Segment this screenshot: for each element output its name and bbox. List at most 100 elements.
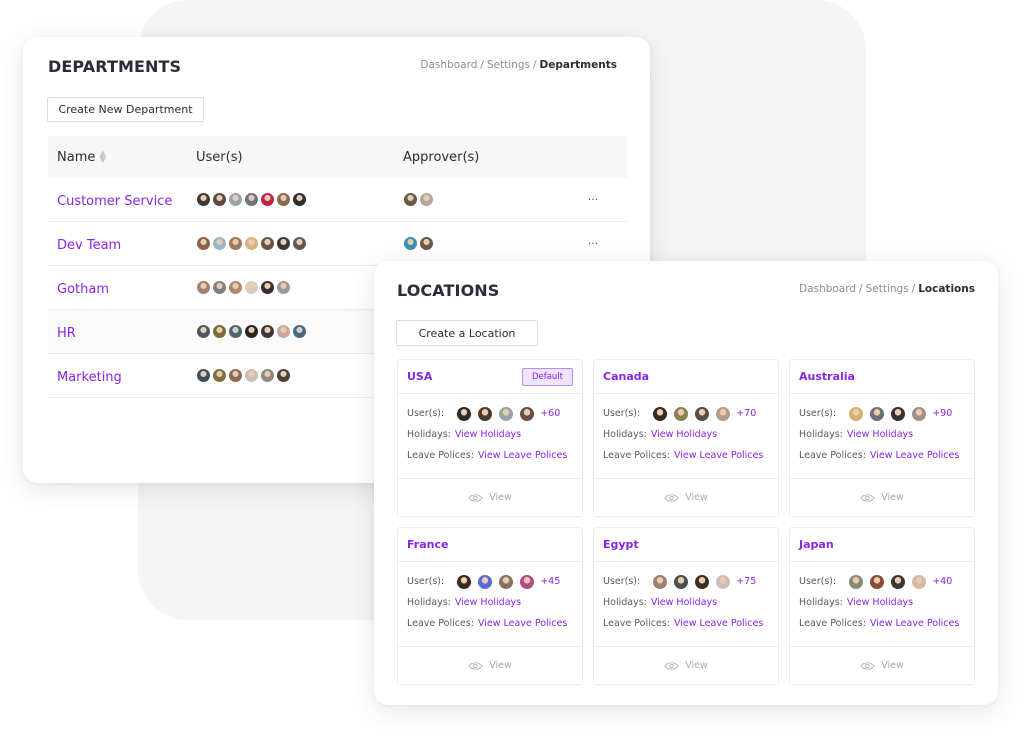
view-leave-policies-link[interactable]: View Leave Polices: [478, 618, 567, 629]
view-leave-policies-link[interactable]: View Leave Polices: [674, 618, 763, 629]
avatar[interactable]: [292, 192, 307, 207]
more-users-count[interactable]: +75: [736, 576, 756, 587]
view-holidays-link[interactable]: View Holidays: [455, 429, 521, 440]
avatar[interactable]: [694, 405, 711, 422]
sort-icon[interactable]: ▲ ▼: [99, 150, 106, 165]
avatar[interactable]: [911, 573, 928, 590]
location-name[interactable]: Australia: [799, 370, 855, 383]
avatar[interactable]: [228, 280, 243, 295]
avatar[interactable]: [456, 405, 473, 422]
department-name-link[interactable]: Customer Service: [57, 194, 172, 209]
avatar[interactable]: [212, 368, 227, 383]
avatar[interactable]: [519, 405, 536, 422]
avatar[interactable]: [212, 192, 227, 207]
avatar[interactable]: [477, 573, 494, 590]
avatar[interactable]: [848, 573, 865, 590]
avatar[interactable]: [276, 236, 291, 251]
department-name-link[interactable]: Marketing: [57, 370, 122, 385]
view-button[interactable]: View: [790, 646, 974, 684]
breadcrumb-dashboard[interactable]: Dashboard: [420, 59, 477, 71]
avatar[interactable]: [477, 405, 494, 422]
avatar[interactable]: [456, 573, 473, 590]
avatar[interactable]: [212, 324, 227, 339]
avatar[interactable]: [292, 324, 307, 339]
location-name[interactable]: Canada: [603, 370, 649, 383]
avatar[interactable]: [276, 324, 291, 339]
view-button[interactable]: View: [594, 646, 778, 684]
avatar[interactable]: [652, 573, 669, 590]
avatar[interactable]: [276, 368, 291, 383]
department-name-link[interactable]: Gotham: [57, 282, 109, 297]
breadcrumb-settings[interactable]: Settings: [487, 59, 530, 71]
avatar[interactable]: [890, 405, 907, 422]
department-name-link[interactable]: HR: [57, 326, 76, 341]
view-holidays-link[interactable]: View Holidays: [651, 597, 717, 608]
avatar[interactable]: [196, 368, 211, 383]
create-department-button[interactable]: Create New Department: [47, 97, 204, 122]
view-leave-policies-link[interactable]: View Leave Polices: [674, 450, 763, 461]
avatar[interactable]: [196, 280, 211, 295]
avatar[interactable]: [260, 324, 275, 339]
department-name-link[interactable]: Dev Team: [57, 238, 121, 253]
more-actions-button[interactable]: ···: [563, 193, 623, 206]
avatar[interactable]: [260, 192, 275, 207]
avatar[interactable]: [869, 405, 886, 422]
avatar[interactable]: [652, 405, 669, 422]
avatar[interactable]: [196, 236, 211, 251]
view-button[interactable]: View: [398, 478, 582, 516]
view-leave-policies-link[interactable]: View Leave Polices: [870, 450, 959, 461]
avatar[interactable]: [260, 368, 275, 383]
avatar[interactable]: [276, 280, 291, 295]
view-holidays-link[interactable]: View Holidays: [651, 429, 717, 440]
avatar[interactable]: [673, 573, 690, 590]
view-holidays-link[interactable]: View Holidays: [847, 597, 913, 608]
avatar[interactable]: [292, 236, 307, 251]
avatar[interactable]: [196, 192, 211, 207]
more-users-count[interactable]: +45: [540, 576, 560, 587]
create-location-button[interactable]: Create a Location: [396, 320, 538, 346]
avatar[interactable]: [228, 324, 243, 339]
view-leave-policies-link[interactable]: View Leave Polices: [478, 450, 567, 461]
avatar[interactable]: [228, 192, 243, 207]
view-button[interactable]: View: [790, 478, 974, 516]
avatar[interactable]: [260, 236, 275, 251]
avatar[interactable]: [419, 236, 434, 251]
view-leave-policies-link[interactable]: View Leave Polices: [870, 618, 959, 629]
location-name[interactable]: Egypt: [603, 538, 639, 551]
view-holidays-link[interactable]: View Holidays: [455, 597, 521, 608]
view-button[interactable]: View: [594, 478, 778, 516]
avatar[interactable]: [212, 280, 227, 295]
avatar[interactable]: [848, 405, 865, 422]
avatar[interactable]: [228, 368, 243, 383]
avatar[interactable]: [911, 405, 928, 422]
avatar[interactable]: [244, 368, 259, 383]
avatar[interactable]: [890, 573, 907, 590]
avatar[interactable]: [715, 405, 732, 422]
avatar[interactable]: [244, 324, 259, 339]
more-actions-button[interactable]: ···: [563, 237, 623, 250]
avatar[interactable]: [244, 236, 259, 251]
avatar[interactable]: [244, 280, 259, 295]
avatar[interactable]: [244, 192, 259, 207]
breadcrumb-settings[interactable]: Settings: [866, 283, 909, 295]
location-name[interactable]: USA: [407, 370, 432, 383]
location-name[interactable]: France: [407, 538, 448, 551]
avatar[interactable]: [498, 573, 515, 590]
breadcrumb-dashboard[interactable]: Dashboard: [799, 283, 856, 295]
avatar[interactable]: [212, 236, 227, 251]
more-users-count[interactable]: +40: [932, 576, 952, 587]
avatar[interactable]: [228, 236, 243, 251]
avatar[interactable]: [403, 236, 418, 251]
view-button[interactable]: View: [398, 646, 582, 684]
more-users-count[interactable]: +90: [932, 408, 952, 419]
avatar[interactable]: [694, 573, 711, 590]
location-name[interactable]: Japan: [799, 538, 834, 551]
avatar[interactable]: [419, 192, 434, 207]
avatar[interactable]: [673, 405, 690, 422]
avatar[interactable]: [715, 573, 732, 590]
column-name[interactable]: Name ▲ ▼: [48, 150, 196, 165]
view-holidays-link[interactable]: View Holidays: [847, 429, 913, 440]
more-users-count[interactable]: +70: [736, 408, 756, 419]
avatar[interactable]: [869, 573, 886, 590]
avatar[interactable]: [260, 280, 275, 295]
